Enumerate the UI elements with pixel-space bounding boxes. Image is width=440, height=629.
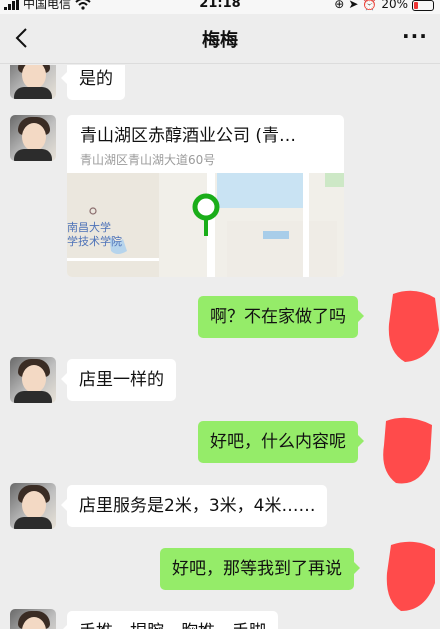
chat-title: 梅梅 <box>202 30 238 51</box>
contact-avatar[interactable] <box>10 483 56 529</box>
location-title: 青山湖区赤醇酒业公司 (青… <box>80 126 297 146</box>
lock-rotation-icon: ⊕ <box>334 0 345 11</box>
my-avatar-redacted <box>388 290 439 362</box>
message-bubble[interactable]: 好吧，那等我到了再说 <box>160 548 360 590</box>
location-address: 青山湖区青山湖大道60号 <box>80 153 216 167</box>
battery-percent: 20% <box>381 0 408 11</box>
my-avatar-redacted <box>386 541 435 611</box>
message-bubble[interactable]: 啊？不在家做了吗 <box>198 296 364 338</box>
map-pin-icon <box>192 193 220 236</box>
status-right: ⊕ ➤ ⏰ 20% <box>334 0 434 11</box>
contact-avatar[interactable] <box>10 65 56 99</box>
message-bubble[interactable]: 好吧，什么内容呢 <box>198 421 364 463</box>
more-button[interactable]: ··· <box>402 26 428 50</box>
contact-avatar[interactable] <box>10 115 56 161</box>
contact-avatar[interactable] <box>10 609 56 629</box>
location-arrow-icon: ➤ <box>348 0 359 11</box>
message-bubble[interactable]: 手推，捏腕，胸推，手脚 <box>61 611 278 629</box>
nav-bar: 梅梅 ··· <box>0 14 440 64</box>
alarm-icon: ⏰ <box>362 0 378 11</box>
message-bubble[interactable]: 是的 <box>61 65 125 100</box>
status-bar: 中国电信 21:18 ⊕ ➤ ⏰ 20% <box>0 0 440 14</box>
map-label: 南昌大学 <box>67 221 111 234</box>
battery-icon <box>412 0 434 11</box>
chat-area[interactable]: 是的 青山湖区赤醇酒业公司 (青… 青山湖区青山湖大道60号 南昌大学 学技术学… <box>0 65 440 629</box>
location-map: 南昌大学 学技术学院 <box>67 173 344 277</box>
message-bubble[interactable]: 店里一样的 <box>61 359 176 401</box>
my-avatar-redacted <box>383 417 432 484</box>
contact-avatar[interactable] <box>10 357 56 403</box>
map-label: 学技术学院 <box>67 235 122 248</box>
location-card[interactable]: 青山湖区赤醇酒业公司 (青… 青山湖区青山湖大道60号 南昌大学 学技术学院 <box>67 115 344 277</box>
message-bubble[interactable]: 店里服务是2米，3米，4米…… <box>60 485 328 527</box>
